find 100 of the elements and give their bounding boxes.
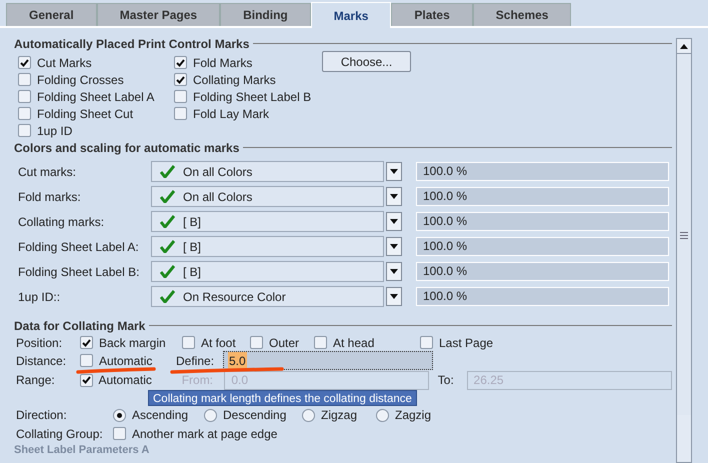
checkbox[interactable]	[420, 336, 433, 349]
field-label: Range:	[15, 372, 56, 389]
field-label: Collating Group:	[15, 426, 104, 442]
checkbox-label: Folding Sheet Label A	[37, 88, 154, 106]
down-arrow-icon	[390, 269, 398, 274]
checkbox[interactable]	[174, 90, 187, 103]
radio-button[interactable]	[376, 408, 389, 422]
scale-field[interactable]: 100.0 %	[416, 287, 669, 306]
checkbox[interactable]	[314, 336, 327, 349]
scale-field[interactable]: 100.0 %	[416, 212, 669, 231]
define-field[interactable]: 5.0	[223, 351, 433, 370]
checkbox-label: Folding Crosses	[37, 72, 124, 88]
radio-label: Descending	[223, 407, 286, 424]
tooltip: Collating mark length defines the collating distance	[148, 390, 417, 406]
checkbox-label: Fold Lay Mark	[193, 106, 270, 122]
tab[interactable]: General	[6, 3, 97, 26]
checkbox[interactable]	[174, 56, 187, 69]
radio-label: Zigzag	[321, 407, 358, 424]
checkbox-label: Another mark at page edge	[132, 426, 278, 442]
down-arrow-icon	[390, 194, 398, 199]
color-dropdown[interactable]: On all Colors	[151, 161, 384, 182]
field-label: Collating marks:	[17, 214, 106, 230]
color-dropdown[interactable]: On Resource Color	[151, 286, 384, 307]
dropdown-button[interactable]	[386, 287, 402, 306]
dropdown-button[interactable]	[386, 187, 402, 206]
field-label: Folding Sheet Label A:	[17, 238, 140, 256]
grip-icon	[680, 232, 688, 238]
color-dropdown[interactable]: [ B]	[151, 236, 384, 257]
scroll-thumb[interactable]	[677, 55, 691, 415]
checkmark-icon	[160, 265, 175, 278]
checkbox-label: Fold Marks	[193, 54, 252, 72]
scale-field[interactable]: 100.0 %	[416, 262, 669, 281]
checkbox-label: At foot	[201, 334, 236, 352]
down-arrow-icon	[390, 244, 398, 249]
checkbox[interactable]	[174, 107, 187, 120]
field-label: Folding Sheet Label B:	[17, 264, 140, 280]
checkbox[interactable]	[174, 73, 187, 86]
checkbox-label: Outer	[269, 334, 300, 352]
checkbox[interactable]	[18, 56, 31, 69]
checkmark-icon	[160, 215, 175, 228]
section-heading: Data for Collating Mark	[14, 318, 146, 334]
checkbox[interactable]	[182, 336, 195, 349]
scale-field[interactable]: 100.0 %	[416, 187, 669, 206]
field-label: Define:	[176, 352, 216, 370]
scroll-up-button[interactable]	[677, 39, 691, 54]
checkmark-icon	[160, 240, 175, 253]
checkbox[interactable]	[250, 336, 263, 349]
dropdown-button[interactable]	[386, 162, 402, 181]
tab[interactable]: Schemes	[472, 3, 572, 26]
radio-button[interactable]	[302, 408, 315, 422]
checkbox[interactable]	[80, 336, 93, 349]
color-dropdown[interactable]: [ B]	[151, 261, 384, 282]
checkbox-label: 1up ID	[37, 122, 72, 140]
section-heading: Colors and scaling for automatic marks	[14, 140, 240, 156]
scale-field[interactable]: 100.0 %	[416, 237, 669, 256]
field-label: To:	[438, 372, 455, 389]
radio-button[interactable]	[113, 408, 126, 422]
radio-button[interactable]	[204, 408, 217, 422]
checkbox-label: Last Page	[439, 334, 494, 352]
section-heading: Sheet Label Parameters A	[14, 444, 150, 457]
checkbox[interactable]	[80, 354, 93, 367]
checkbox[interactable]	[18, 107, 31, 120]
field-label: 1up ID::	[17, 288, 62, 306]
tab[interactable]: Marks	[310, 2, 392, 28]
choose-button[interactable]: Choose...	[322, 51, 411, 72]
dropdown-button[interactable]	[386, 237, 402, 256]
checkbox-label: Collating Marks	[193, 72, 276, 88]
field-label: Position:	[15, 334, 64, 352]
checkbox-label: Automatic	[98, 372, 152, 389]
field-label: Fold marks:	[17, 188, 82, 206]
down-arrow-icon	[390, 219, 398, 224]
radio-label: Ascending	[132, 407, 188, 424]
scrollbar[interactable]	[676, 38, 692, 463]
checkbox[interactable]	[18, 90, 31, 103]
tab[interactable]: Binding	[220, 3, 311, 26]
checkbox-label: Cut Marks	[37, 54, 92, 72]
tab[interactable]: Plates	[391, 3, 473, 26]
field-label: Cut marks:	[17, 164, 78, 180]
checkbox-label: At head	[333, 334, 374, 352]
checkbox-label: Back margin	[99, 334, 166, 352]
field-label: Distance:	[15, 352, 68, 370]
checkmark-icon	[160, 165, 175, 178]
tab[interactable]: Master Pages	[96, 3, 220, 26]
checkmark-icon	[160, 190, 175, 203]
section-heading: Automatically Placed Print Control Marks	[14, 36, 250, 52]
down-arrow-icon	[390, 294, 398, 299]
dropdown-button[interactable]	[386, 212, 402, 231]
checkbox-label: Automatic	[99, 352, 152, 370]
checkbox[interactable]	[113, 427, 126, 440]
field-label: Direction:	[15, 407, 68, 424]
checkbox[interactable]	[18, 73, 31, 86]
scale-field[interactable]: 100.0 %	[416, 162, 669, 181]
checkmark-icon	[160, 290, 175, 303]
color-dropdown[interactable]: On all Colors	[151, 186, 384, 207]
down-arrow-icon	[390, 169, 398, 174]
up-arrow-icon	[680, 44, 688, 48]
color-dropdown[interactable]: [ B]	[151, 211, 384, 232]
radio-label: Zagzig	[395, 407, 432, 424]
dropdown-button[interactable]	[386, 262, 402, 281]
checkbox[interactable]	[18, 124, 31, 137]
